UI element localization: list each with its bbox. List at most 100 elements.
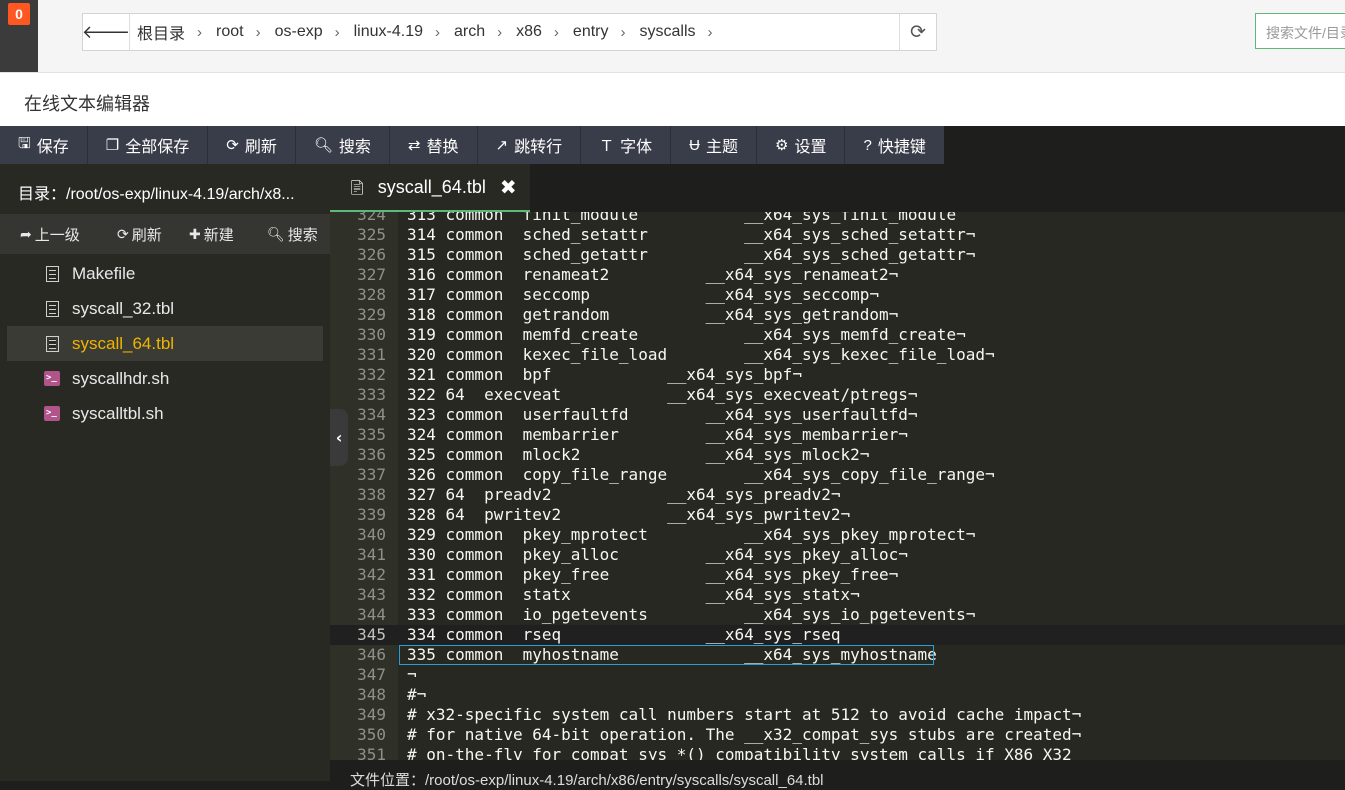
code-line[interactable]: 329 318 common getrandom __x64_sys_getran… [330,305,1345,325]
line-text: 318 common getrandom __x64_sys_getrandom… [407,305,899,324]
breadcrumb-item[interactable]: arch [454,23,485,41]
code-line[interactable]: 344 333 common io_pgetevents __x64_sys_io… [330,605,1345,625]
toolbar-button-replace[interactable]: ⇄ 替换 [390,126,478,164]
code-line[interactable]: 351 # on-the-fly for compat_sys_*() compa… [330,745,1345,760]
code-line[interactable]: 343 332 common statx __x64_sys_statx¬ [330,585,1345,605]
code-line[interactable]: 325 314 common sched_setattr __x64_sys_sc… [330,225,1345,245]
file-name: syscall_32.tbl [72,298,175,318]
toolbar-button-save-all[interactable]: ❐ 全部保存 [88,126,209,164]
file-item[interactable]: Makefile [7,256,323,291]
toolbar-label: 快捷键 [877,139,926,156]
sidebar-tool-up-level[interactable]: ➦ 上一级 [20,224,80,245]
code-line[interactable]: 347 ¬ [330,665,1345,685]
breadcrumb-item[interactable]: os-exp [275,23,323,41]
line-text: 331 common pkey_free __x64_sys_pkey_free… [407,565,899,584]
line-text: 325 common mlock2 __x64_sys_mlock2¬ [407,445,870,464]
file-item[interactable]: syscall_32.tbl [7,291,323,326]
chevron-left-icon: ‹ [335,428,343,447]
reload-icon: ⟳ [910,21,926,43]
sidebar-toolbar: ➦ 上一级 ⟳ 刷新 ✚ 新建 🔍︎ 搜索 [0,214,330,254]
search-file-input[interactable]: 搜索文件/目录 [1255,13,1345,49]
chevron-right-icon: › [707,23,713,41]
line-text: # for native 64-bit operation. The __x32… [407,725,1082,744]
toolbar-button-refresh[interactable]: ⟳ 刷新 [208,126,296,164]
code-line[interactable]: 336 325 common mlock2 __x64_sys_mlock2¬ [330,445,1345,465]
line-number: 331 [357,345,386,364]
close-icon[interactable]: ✖ [500,175,517,199]
code-line[interactable]: 333 322 64 execveat __x64_sys_execveat/pt… [330,385,1345,405]
code-line[interactable]: 335 324 common membarrier __x64_sys_memba… [330,425,1345,445]
breadcrumb-item[interactable]: syscalls [640,23,696,41]
toolbar-button-theme[interactable]: Ʉ 主题 [671,126,757,164]
line-text: 329 common pkey_mprotect __x64_sys_pkey_… [407,525,976,544]
text-file-icon [44,265,60,283]
sidebar-tool-refresh[interactable]: ⟳ 刷新 [117,224,162,245]
toolbar-button-goto-line[interactable]: ↗ 跳转行 [478,126,582,164]
code-line[interactable]: 326 315 common sched_getattr __x64_sys_sc… [330,245,1345,265]
code-line[interactable]: 330 319 common memfd_create __x64_sys_mem… [330,325,1345,345]
toolbar-label: 替换 [426,139,459,156]
app-title: 在线文本编辑器 [24,94,150,114]
editor-toolbar: 🖫 保存 ❐ 全部保存 ⟳ 刷新 🔍︎ 搜索 ⇄ 替换 ↗ 跳转行 Ｔ 字体 Ʉ 主题 ⚙ 设置? 快捷键 [0,126,1345,164]
code-line[interactable]: 342 331 common pkey_free __x64_sys_pkey_f… [330,565,1345,585]
breadcrumb-item[interactable]: linux-4.19 [354,23,423,41]
sidebar-tool-new[interactable]: ✚ 新建 [189,224,234,245]
tab-syscall-64[interactable]: 📄︎ syscall_64.tbl ✖ [330,164,530,212]
code-line[interactable]: 350 # for native 64-bit operation. The __… [330,725,1345,745]
file-item[interactable]: syscall_64.tbl [7,326,323,361]
breadcrumb-item[interactable]: 根目录 [137,20,185,44]
code-line[interactable]: 340 329 common pkey_mprotect __x64_sys_pk… [330,525,1345,545]
file-name: syscalltbl.sh [72,403,164,423]
breadcrumb-item[interactable]: entry [573,23,609,41]
sidebar-tool-label: 搜索 [287,226,318,244]
toolbar-button-shortcut[interactable]: ? 快捷键 [845,126,945,164]
file-name: Makefile [72,263,136,283]
toolbar-button-settings[interactable]: ⚙ 设置 [757,126,846,164]
file-item[interactable]: >_ syscallhdr.sh [7,361,323,396]
line-number: 339 [357,505,386,524]
code-line[interactable]: 341 330 common pkey_alloc __x64_sys_pkey_… [330,545,1345,565]
chevron-right-icon: › [334,23,340,41]
back-button[interactable]: 🡐 [82,14,130,50]
breadcrumb-item[interactable]: root [216,23,244,41]
file-path-status: 文件位置：/root/os-exp/linux-4.19/arch/x86/en… [350,772,824,789]
line-text: 320 common kexec_file_load __x64_sys_kex… [407,345,995,364]
code-editor[interactable]: 324 313 common finit_module __x64_sys_fin… [330,212,1345,760]
line-number: 346 [357,645,386,664]
code-line[interactable]: 338 327 64 preadv2 __x64_sys_preadv2¬ [330,485,1345,505]
search-icon: 🔍︎ [313,137,333,154]
file-item[interactable]: >_ syscalltbl.sh [7,396,323,431]
line-text: 317 common seccomp __x64_sys_seccomp¬ [407,285,880,304]
font-icon: Ｔ [599,137,615,155]
code-line[interactable]: 334 323 common userfaultfd __x64_sys_user… [330,405,1345,425]
tab-label: syscall_64.tbl [377,176,486,197]
line-text: 334 common rseq __x64_sys_rseq [407,625,841,644]
status-bar: 文件位置：/root/os-exp/linux-4.19/arch/x86/en… [330,760,1345,789]
toolbar-button-search[interactable]: 🔍︎ 搜索 [296,126,390,164]
code-line[interactable]: 349 # x32-specific system call numbers st… [330,705,1345,725]
code-line[interactable]: 327 316 common renameat2 __x64_sys_rename… [330,265,1345,285]
toolbar-button-font[interactable]: Ｔ 字体 [581,126,672,164]
code-line[interactable]: 332 321 common bpf __x64_sys_bpf¬ [330,365,1345,385]
reload-button[interactable]: ⟳ [899,14,936,50]
notification-badge[interactable]: 0 [8,3,30,25]
code-line[interactable]: 348 #¬ [330,685,1345,705]
sidebar-tool-label: 新建 [203,226,234,244]
replace-icon: ⇄ [407,137,421,154]
line-text: ¬ [407,665,417,684]
chevron-right-icon: › [255,23,261,41]
code-line[interactable]: 337 326 common copy_file_range __x64_sys_… [330,465,1345,485]
code-line[interactable]: 339 328 64 pwritev2 __x64_sys_pwritev2¬ [330,505,1345,525]
collapse-sidebar-button[interactable]: ‹ [330,409,348,466]
line-text: 313 common finit_module __x64_sys_finit_… [407,212,957,224]
refresh-icon: ⟳ [226,137,239,154]
code-line[interactable]: 345 334 common rseq __x64_sys_rseq [330,625,1345,645]
toolbar-button-save[interactable]: 🖫 保存 [0,126,88,164]
breadcrumb-item[interactable]: x86 [516,23,542,41]
search-icon: 🔍︎ [267,225,285,242]
code-line[interactable]: 331 320 common kexec_file_load __x64_sys_… [330,345,1345,365]
code-line[interactable]: 324 313 common finit_module __x64_sys_fin… [330,212,1345,225]
code-line[interactable]: 328 317 common seccomp __x64_sys_seccomp¬ [330,285,1345,305]
sidebar-tool-search[interactable]: 🔍︎ 搜索 [267,224,318,245]
terminal-file-icon: >_ [44,405,60,423]
